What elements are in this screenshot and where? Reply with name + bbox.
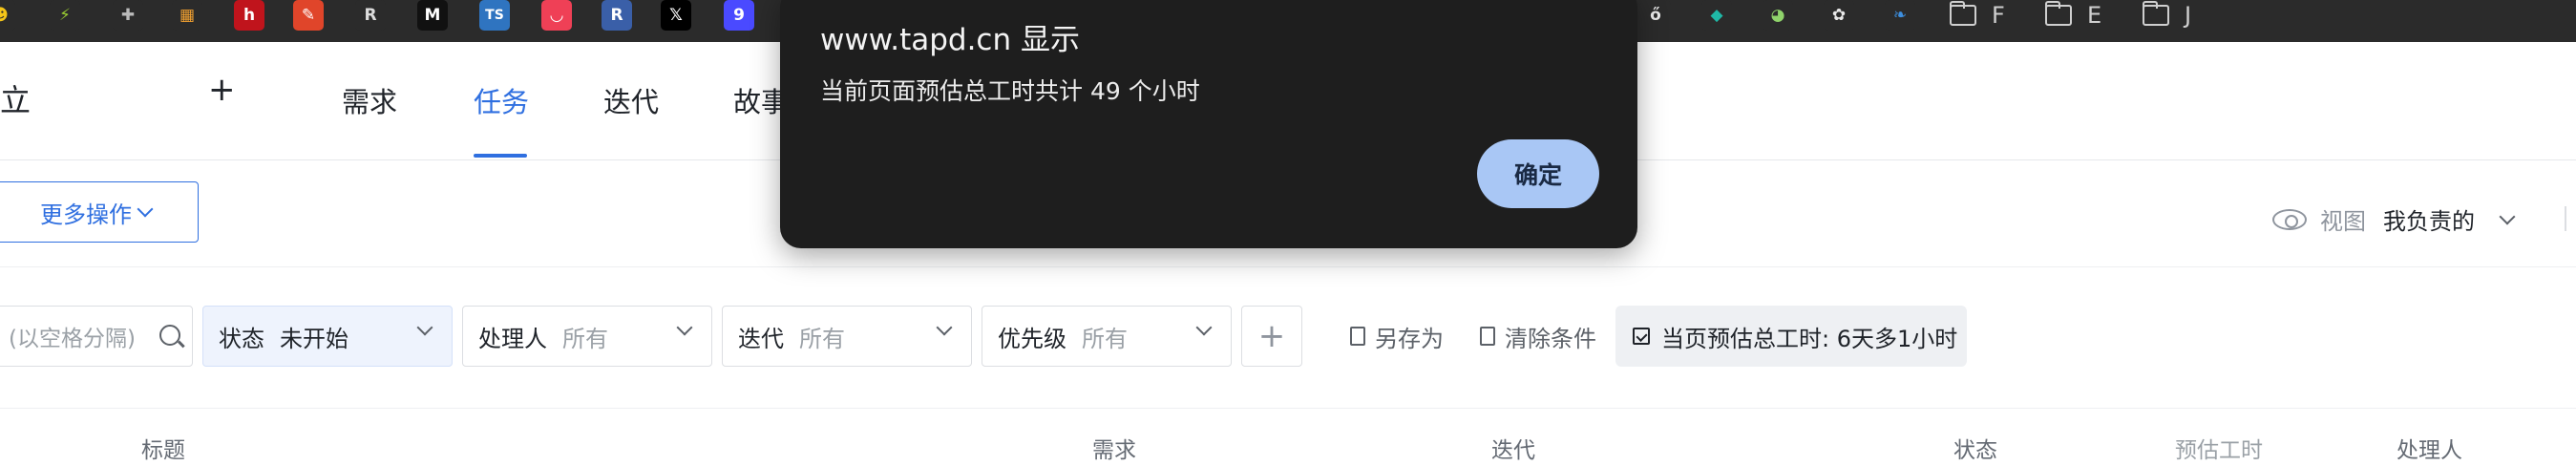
- grid-bookmark-icon[interactable]: ▦: [172, 0, 202, 31]
- filter-row: (以空格分隔) 状态 未开始 处理人 所有 迭代 所有 优先级 所有 + 另存为: [0, 267, 2576, 409]
- emoji-bookmark-icon[interactable]: ☻: [0, 0, 15, 31]
- column-header-requirement[interactable]: 需求: [1092, 432, 1136, 464]
- ring-bookmark-icon[interactable]: ő: [1640, 0, 1671, 31]
- alert-dialog: www.tapd.cn 显示 当前页面预估总工时共计 49 个小时 确定: [780, 0, 1637, 248]
- column-header-estimated-hours[interactable]: 预估工时: [2175, 432, 2263, 464]
- rust-bookmark-icon[interactable]: R: [355, 0, 386, 31]
- page: ☻ ⚡ ✚ ▦ h ✎ R M TS ◡ R 𝕏 9 ő ◆ ◕ ✿ ❧ F E…: [0, 0, 2576, 466]
- trash-icon: [1480, 327, 1495, 346]
- filter-value: 所有: [562, 325, 608, 352]
- lightning-bookmark-icon[interactable]: ⚡: [50, 0, 80, 31]
- column-header-status[interactable]: 状态: [1953, 432, 1997, 464]
- bookmark-folder-label: E: [2087, 2, 2102, 29]
- search-placeholder: (以空格分隔): [9, 327, 136, 351]
- m-bookmark-icon[interactable]: M: [417, 0, 448, 31]
- bookmark-folder-label: F: [1992, 2, 2005, 29]
- folder-icon: [1950, 1, 1976, 26]
- bookmark-folder-j[interactable]: J: [2143, 0, 2191, 31]
- filter-label: 状态: [219, 325, 264, 352]
- total-hours-label: 当页预估总工时: 6天多1小时: [1661, 325, 1958, 352]
- eye-icon: [2272, 208, 2307, 230]
- save-icon: [1350, 327, 1365, 346]
- dialog-title: www.tapd.cn 显示: [820, 23, 1080, 57]
- search-input[interactable]: (以空格分隔): [0, 306, 193, 367]
- chevron-down-icon: [1195, 319, 1213, 336]
- tab-iterations[interactable]: 迭代: [603, 80, 659, 120]
- r-bookmark-icon[interactable]: R: [602, 0, 632, 31]
- page-title: 立: [0, 82, 32, 118]
- column-header-title[interactable]: 标题: [141, 432, 185, 464]
- column-header-iteration[interactable]: 迭代: [1491, 432, 1535, 464]
- calendar-check-icon: [1633, 328, 1650, 345]
- bookmark-folder-label: J: [2185, 2, 2192, 29]
- pocket-bookmark-icon[interactable]: ◡: [541, 0, 572, 31]
- pie-bookmark-icon[interactable]: ◕: [1763, 0, 1793, 31]
- chevron-down-icon: [2499, 208, 2516, 224]
- filter-iteration[interactable]: 迭代 所有: [722, 306, 972, 367]
- clear-label: 清除条件: [1505, 325, 1596, 352]
- save-as-label: 另存为: [1375, 325, 1444, 352]
- more-actions-button[interactable]: 更多操作: [0, 181, 199, 243]
- search-icon[interactable]: [159, 325, 180, 346]
- bookmark-folder-e[interactable]: E: [2045, 0, 2101, 31]
- filter-label: 优先级: [998, 325, 1066, 352]
- filter-value: 所有: [1082, 325, 1128, 352]
- total-hours-button[interactable]: 当页预估总工时: 6天多1小时: [1615, 306, 1967, 367]
- chevron-down-icon: [137, 201, 154, 218]
- column-header-assignee[interactable]: 处理人: [2397, 432, 2462, 464]
- tab-tasks[interactable]: 任务: [474, 80, 529, 120]
- view-label: 视图: [2320, 208, 2366, 235]
- view-selector[interactable]: 视图 我负责的: [2272, 202, 2516, 236]
- filter-priority[interactable]: 优先级 所有: [982, 306, 1232, 367]
- more-actions-label: 更多操作: [40, 201, 132, 228]
- filter-status[interactable]: 状态 未开始: [202, 306, 453, 367]
- filter-label: 迭代: [738, 325, 784, 352]
- diamond-bookmark-icon[interactable]: ◆: [1701, 0, 1732, 31]
- filter-label: 处理人: [478, 325, 547, 352]
- bookmark-folder-f[interactable]: F: [1950, 0, 2005, 31]
- confirm-button[interactable]: 确定: [1477, 139, 1599, 208]
- chevron-down-icon: [676, 319, 693, 336]
- openai-bookmark-icon[interactable]: ✿: [1824, 0, 1854, 31]
- divider: [2565, 206, 2566, 231]
- filter-value: 未开始: [280, 325, 348, 352]
- x-bookmark-icon[interactable]: 𝕏: [661, 0, 691, 31]
- add-button[interactable]: +: [208, 71, 236, 109]
- dialog-message: 当前页面预估总工时共计 49 个小时: [820, 77, 1200, 105]
- clear-conditions-button[interactable]: 清除条件: [1480, 306, 1596, 367]
- chevron-down-icon: [936, 319, 953, 336]
- puzzle-bookmark-icon[interactable]: ✚: [113, 0, 143, 31]
- table-header: 标题 需求 迭代 状态 预估工时 处理人: [0, 409, 2576, 466]
- add-filter-button[interactable]: +: [1241, 306, 1302, 367]
- folder-icon: [2143, 1, 2169, 26]
- save-as-button[interactable]: 另存为: [1350, 306, 1444, 367]
- active-tab-indicator: [474, 154, 527, 158]
- h-bookmark-icon[interactable]: h: [234, 0, 264, 31]
- leaf-bookmark-icon[interactable]: ❧: [1885, 0, 1915, 31]
- ts-bookmark-icon[interactable]: TS: [479, 0, 510, 31]
- folder-icon: [2045, 1, 2072, 26]
- filter-value: 所有: [799, 325, 845, 352]
- g9-bookmark-icon[interactable]: 9: [724, 0, 754, 31]
- tab-requirements[interactable]: 需求: [342, 80, 397, 120]
- view-value: 我负责的: [2383, 208, 2475, 235]
- filter-assignee[interactable]: 处理人 所有: [462, 306, 712, 367]
- chevron-down-icon: [416, 319, 433, 336]
- feather-bookmark-icon[interactable]: ✎: [293, 0, 324, 31]
